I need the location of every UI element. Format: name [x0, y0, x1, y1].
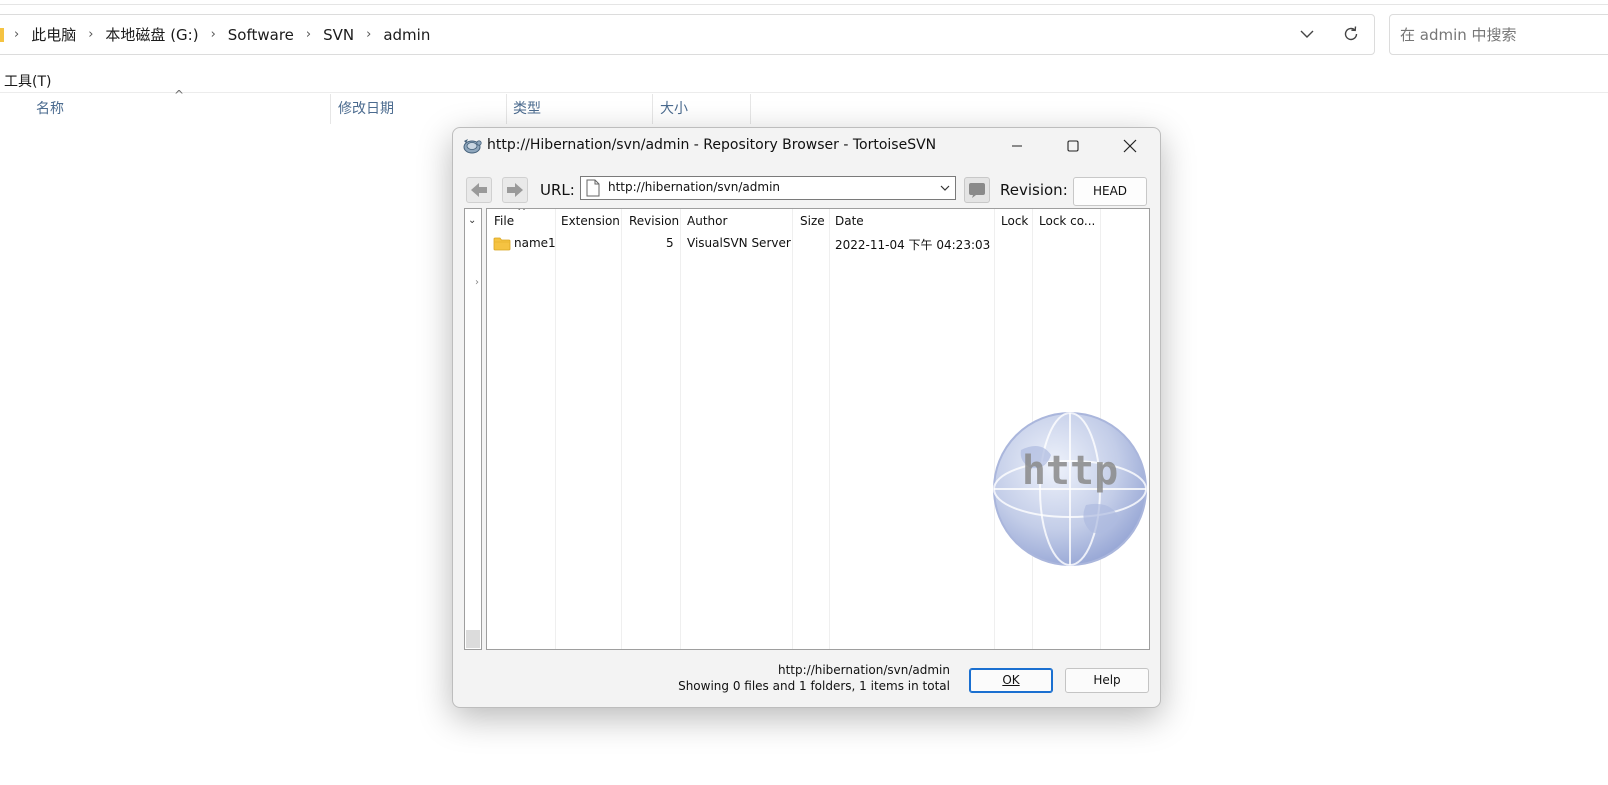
- maximize-icon: [1067, 140, 1079, 152]
- column-separator[interactable]: [652, 94, 653, 124]
- list-header-extension[interactable]: Extension: [561, 214, 620, 228]
- folder-icon: [493, 237, 511, 251]
- maximize-button[interactable]: [1047, 128, 1099, 164]
- cell-date: 2022-11-04 下午 04:23:03: [835, 238, 991, 252]
- url-value[interactable]: http://hibernation/svn/admin: [608, 180, 780, 194]
- breadcrumb-item-software[interactable]: Software: [228, 26, 294, 44]
- refresh-icon[interactable]: [1341, 24, 1361, 44]
- url-label: URL:: [540, 181, 575, 199]
- cell-file: name1: [514, 236, 556, 250]
- cell-author: VisualSVN Server: [687, 236, 791, 250]
- column-separator[interactable]: [750, 94, 751, 124]
- folder-icon: [0, 27, 4, 42]
- list-header-revision[interactable]: Revision: [629, 214, 679, 228]
- ok-button[interactable]: OK: [969, 668, 1053, 693]
- chevron-right-icon: ›: [475, 277, 479, 288]
- breadcrumb-item-svn[interactable]: SVN: [323, 26, 354, 44]
- list-header-file[interactable]: File: [494, 214, 514, 228]
- breadcrumb-item-this-pc[interactable]: 此电脑: [31, 24, 76, 45]
- list-header-lock[interactable]: Lock: [1001, 214, 1028, 228]
- chevron-right-icon: ›: [88, 27, 94, 42]
- list-header-size[interactable]: Size: [800, 214, 825, 228]
- top-divider: [0, 4, 1608, 5]
- sort-ascending-icon: ^: [174, 88, 185, 102]
- forward-button[interactable]: [502, 177, 528, 203]
- column-separator[interactable]: [829, 209, 830, 649]
- chevron-right-icon: ›: [14, 27, 20, 42]
- chevron-right-icon: ›: [210, 27, 216, 42]
- list-header-lock-comment[interactable]: Lock co...: [1039, 214, 1095, 228]
- breadcrumb: › 此电脑 › 本地磁盘 (G:) › Software › SVN › adm…: [0, 14, 430, 55]
- breadcrumb-item-drive-g[interactable]: 本地磁盘 (G:): [105, 24, 198, 45]
- speech-bubble-icon: [969, 183, 985, 198]
- column-separator[interactable]: [792, 209, 793, 649]
- url-combobox[interactable]: http://hibernation/svn/admin: [580, 176, 956, 200]
- column-separator[interactable]: [680, 209, 681, 649]
- column-header-size[interactable]: 大小: [660, 94, 688, 124]
- status-count: Showing 0 files and 1 folders, 1 items i…: [678, 679, 950, 693]
- cell-revision: 5: [666, 236, 674, 250]
- column-separator[interactable]: [555, 209, 556, 649]
- column-separator[interactable]: [621, 209, 622, 649]
- status-url: http://hibernation/svn/admin: [777, 663, 950, 677]
- minimize-icon: [1012, 145, 1022, 147]
- help-button[interactable]: Help: [1065, 668, 1149, 693]
- column-header-name[interactable]: 名称: [36, 94, 64, 124]
- breadcrumb-item-admin[interactable]: admin: [383, 26, 430, 44]
- file-icon: [586, 179, 600, 197]
- column-separator[interactable]: [506, 94, 507, 124]
- search-box[interactable]: [1389, 14, 1608, 55]
- horizontal-scrollbar[interactable]: [466, 630, 480, 648]
- revision-label: Revision:: [1000, 181, 1068, 199]
- table-row[interactable]: name1 5 VisualSVN Server 2022-11-04 下午 0…: [487, 234, 1149, 254]
- repository-tree[interactable]: ⌄ ›: [464, 208, 482, 650]
- watermark-text: http: [1022, 448, 1118, 494]
- revision-graph-button[interactable]: [964, 177, 990, 203]
- close-button[interactable]: [1104, 128, 1156, 164]
- chevron-down-icon[interactable]: ⌄: [468, 215, 476, 226]
- arrow-left-icon: [471, 183, 487, 197]
- tortoisesvn-icon: [463, 139, 482, 154]
- column-separator[interactable]: [330, 94, 331, 124]
- ok-button-label: OK: [1002, 673, 1020, 687]
- title-bar[interactable]: http://Hibernation/svn/admin - Repositor…: [453, 128, 1160, 164]
- close-icon: [1123, 139, 1137, 153]
- arrow-right-icon: [507, 183, 523, 197]
- back-button[interactable]: [466, 177, 492, 203]
- column-header-type[interactable]: 类型: [513, 94, 541, 124]
- column-header-divider: [0, 92, 1608, 93]
- list-header-date[interactable]: Date: [835, 214, 864, 228]
- search-input[interactable]: [1398, 25, 1602, 45]
- sort-ascending-icon: ^: [517, 208, 527, 218]
- chevron-right-icon: ›: [366, 27, 372, 42]
- repository-browser-dialog: http://Hibernation/svn/admin - Repositor…: [452, 127, 1161, 708]
- menu-tools[interactable]: 工具(T): [4, 71, 51, 91]
- chevron-down-icon[interactable]: [1297, 24, 1317, 44]
- chevron-down-icon[interactable]: [939, 182, 951, 194]
- list-header-author[interactable]: Author: [687, 214, 727, 228]
- http-globe-icon: http: [993, 412, 1147, 566]
- column-header-modified[interactable]: 修改日期: [338, 94, 394, 124]
- revision-button[interactable]: HEAD: [1073, 177, 1147, 206]
- dialog-title: http://Hibernation/svn/admin - Repositor…: [487, 137, 937, 153]
- chevron-right-icon: ›: [305, 27, 312, 42]
- minimize-button[interactable]: [991, 128, 1043, 164]
